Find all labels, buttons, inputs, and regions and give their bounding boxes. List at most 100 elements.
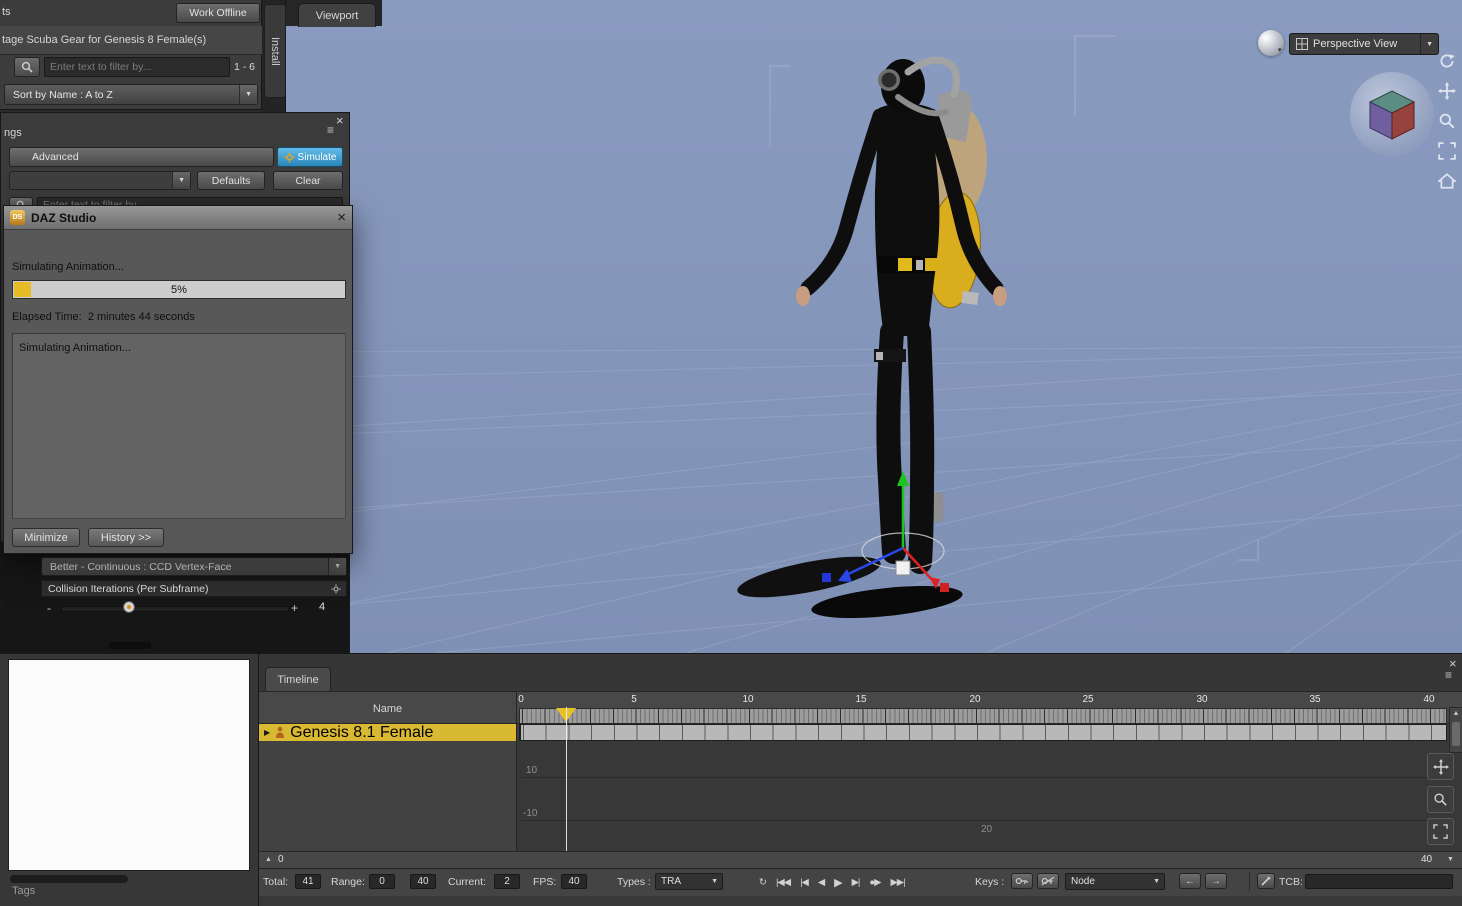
dialog-log-area[interactable]: Simulating Animation...	[12, 333, 346, 519]
minimize-button[interactable]: Minimize	[12, 528, 80, 547]
view-selector-label: Perspective View	[1313, 38, 1398, 50]
ruler-tick-band[interactable]	[519, 708, 1447, 724]
parameter-gear-icon[interactable]	[331, 583, 341, 594]
track-row-genesis[interactable]: ▶ Genesis 8.1 Female	[259, 724, 1462, 741]
edit-interpolation-button[interactable]	[1257, 873, 1275, 889]
track-name-cell[interactable]: ▶ Genesis 8.1 Female	[259, 724, 517, 741]
total-frames-field[interactable]: 41	[295, 874, 321, 889]
range-start-field[interactable]: 0	[369, 874, 395, 889]
orbit-icon[interactable]	[1438, 52, 1456, 70]
dialog-title-bar[interactable]: DS DAZ Studio ×	[4, 206, 352, 230]
sort-dropdown[interactable]: Sort by Name : A to Z ▼	[4, 84, 258, 105]
daz-logo-icon: DS	[10, 210, 25, 225]
next-key-nav-button[interactable]: →	[1205, 873, 1227, 889]
tab-advanced[interactable]: Advanced	[9, 147, 274, 167]
ruler-tick-label: 0	[518, 694, 524, 705]
keyframe-track-band[interactable]	[519, 724, 1447, 741]
result-count: 1 - 6	[234, 61, 256, 73]
step-forward-button[interactable]: ▶|	[852, 877, 861, 888]
pane-scroll-nub[interactable]	[109, 642, 151, 649]
expand-arrow-icon[interactable]: ▶	[264, 728, 270, 737]
zoom-icon[interactable]	[1438, 112, 1456, 130]
defaults-button[interactable]: Defaults	[197, 171, 265, 190]
home-view-icon[interactable]	[1438, 172, 1456, 190]
slider-thumb[interactable]	[123, 601, 135, 613]
timeline-vertical-scrollbar[interactable]: ▲	[1449, 707, 1462, 753]
tab-timeline[interactable]: Timeline	[265, 667, 331, 692]
horizontal-scrollbar-thumb[interactable]	[10, 875, 128, 883]
sim-preset-dropdown[interactable]: ▼	[9, 171, 191, 190]
work-offline-label: Work Offline	[189, 7, 247, 19]
clear-button[interactable]: Clear	[273, 171, 343, 190]
slider-minus-button[interactable]: -	[47, 601, 51, 615]
content-preview-area[interactable]	[8, 659, 250, 871]
play-button[interactable]: ▶	[834, 876, 843, 889]
delete-key-button[interactable]	[1037, 873, 1059, 889]
slider-track[interactable]	[61, 606, 289, 612]
dialog-close-icon[interactable]: ×	[337, 210, 346, 225]
ruler-tick-label: 10	[742, 694, 754, 705]
range-end-field[interactable]: 40	[410, 874, 436, 889]
install-tab-label: Install	[269, 36, 281, 66]
add-key-button[interactable]	[1011, 873, 1033, 889]
scroll-right-arrow-icon[interactable]: ▼	[1447, 856, 1454, 863]
fps-value: 40	[568, 876, 580, 887]
defaults-label: Defaults	[211, 174, 251, 187]
graph-frame-label: 20	[981, 824, 993, 835]
sort-row: Sort by Name : A to Z ▼	[0, 81, 262, 110]
go-to-start-button[interactable]: |◀◀	[776, 877, 791, 888]
view-cube-faces[interactable]	[1361, 83, 1423, 145]
frame-icon[interactable]	[1438, 142, 1456, 160]
pane-close-icon[interactable]: ×	[336, 113, 344, 128]
elapsed-time-text: Elapsed Time: 2 minutes 44 seconds	[12, 311, 195, 323]
graph-area[interactable]: 10 -10 20	[517, 741, 1462, 851]
selection-bbox-marks	[769, 35, 1259, 561]
progress-bar: 5%	[12, 280, 346, 299]
pan-icon[interactable]	[1438, 82, 1456, 100]
ruler-tick-label: 35	[1309, 694, 1321, 705]
viewport-side-toolbar	[1438, 52, 1458, 190]
dialog-title: DAZ Studio	[31, 210, 97, 225]
previous-key-nav-button[interactable]: ←	[1179, 873, 1201, 889]
search-button[interactable]	[14, 57, 40, 77]
scroll-up-icon[interactable]: ▲	[1450, 708, 1462, 720]
tab-viewport[interactable]: Viewport	[298, 3, 376, 27]
tcb-field[interactable]	[1305, 874, 1453, 889]
current-frame-field[interactable]: 2	[494, 874, 520, 889]
previous-keyframe-button[interactable]: |◀	[800, 877, 809, 888]
view-selector-dropdown[interactable]: Perspective View ▼	[1289, 33, 1439, 55]
timeline-frame-button[interactable]	[1427, 818, 1454, 845]
step-back-button[interactable]: ◀	[818, 877, 825, 888]
graph-label-lower: -10	[523, 808, 538, 819]
sort-label: Sort by Name : A to Z	[13, 88, 113, 101]
timeline-scroll-row[interactable]: ▲ 0 40 ▼	[259, 851, 1462, 868]
view-cube[interactable]	[1350, 72, 1434, 156]
timeline-pan-button[interactable]	[1427, 753, 1454, 780]
range-end-value: 40	[417, 876, 429, 887]
pane-options-icon[interactable]: ≡	[327, 124, 334, 136]
record-button[interactable]: ●▶	[869, 877, 881, 888]
pane-tab-truncated-label: ngs	[4, 127, 22, 139]
go-to-end-button[interactable]: ▶▶|	[890, 877, 905, 888]
work-offline-button[interactable]: Work Offline	[176, 3, 260, 23]
viewport-3d[interactable]: Viewport ▾ Perspective View ▼	[286, 0, 1462, 653]
key-add-icon	[1015, 877, 1028, 885]
sort-arrow-icon: ▼	[239, 85, 257, 104]
simulate-button[interactable]: Simulate	[277, 147, 343, 167]
slider-plus-button[interactable]: +	[291, 601, 298, 615]
draw-style-dropdown-arrow-icon[interactable]: ▾	[1278, 46, 1282, 54]
types-dropdown[interactable]: TRA ▼	[655, 873, 723, 890]
content-filter-input[interactable]	[44, 57, 230, 77]
loop-button[interactable]: ↻	[759, 877, 767, 888]
fps-field[interactable]: 40	[561, 874, 587, 889]
timeline-zoom-button[interactable]	[1427, 786, 1454, 813]
scroll-left-arrow-icon[interactable]: ▲	[265, 856, 272, 863]
node-dropdown[interactable]: Node ▼	[1065, 873, 1165, 890]
graph-label-upper: 10	[526, 765, 538, 776]
tab-install[interactable]: Install	[264, 4, 286, 98]
history-button[interactable]: History >>	[88, 528, 164, 547]
collision-mode-dropdown[interactable]: Better - Continuous : CCD Vertex-Face ▼	[41, 557, 347, 576]
scrollbar-thumb[interactable]	[1452, 722, 1460, 746]
timeline-options-icon[interactable]: ≡	[1445, 669, 1452, 681]
keys-label: Keys :	[975, 876, 1005, 888]
